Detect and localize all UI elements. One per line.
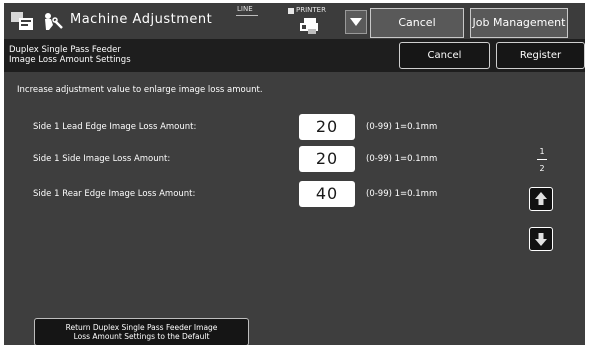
job-management-button[interactable]: Job Management bbox=[470, 8, 568, 38]
settings-title: Duplex Single Pass Feeder Image Loss Amo… bbox=[9, 45, 131, 65]
printer-label: PRINTER bbox=[296, 6, 326, 14]
printer-status-square bbox=[288, 8, 294, 14]
top-header: Machine Adjustment LINE PRINTER Cancel J… bbox=[4, 3, 585, 39]
setting-range: (0-99) 1=0.1mm bbox=[366, 122, 438, 132]
lead-edge-value-input[interactable]: 20 bbox=[299, 114, 355, 140]
setting-row-side: Side 1 Side Image Loss Amount: 20 (0-99)… bbox=[4, 146, 524, 172]
setting-row-rear-edge: Side 1 Rear Edge Image Loss Amount: 40 (… bbox=[4, 181, 524, 207]
home-screen-icon[interactable] bbox=[10, 9, 36, 33]
setting-label: Side 1 Lead Edge Image Loss Amount: bbox=[33, 122, 197, 132]
rear-edge-value-input[interactable]: 40 bbox=[299, 181, 355, 207]
setting-label: Side 1 Side Image Loss Amount: bbox=[33, 154, 171, 164]
return-default-line1: Return Duplex Single Pass Feeder Image bbox=[65, 323, 218, 332]
page-current: 1 bbox=[539, 147, 545, 156]
printer-indicator: PRINTER bbox=[288, 6, 346, 36]
settings-title-line2: Image Loss Amount Settings bbox=[9, 55, 131, 65]
page-total: 2 bbox=[539, 164, 545, 173]
page-indicator: 1 2 bbox=[531, 147, 553, 173]
return-to-default-button[interactable]: Return Duplex Single Pass Feeder Image L… bbox=[34, 318, 249, 345]
side-value-input[interactable]: 20 bbox=[299, 146, 355, 172]
scroll-down-button[interactable] bbox=[529, 227, 553, 251]
setting-range: (0-99) 1=0.1mm bbox=[366, 189, 438, 199]
screen: Machine Adjustment LINE PRINTER Cancel J… bbox=[0, 0, 589, 345]
settings-panel: Increase adjustment value to enlarge ima… bbox=[4, 72, 585, 345]
scroll-up-button[interactable] bbox=[529, 187, 553, 211]
dropdown-triangle-icon bbox=[350, 18, 362, 26]
down-arrow-icon bbox=[535, 233, 547, 246]
page-divider bbox=[537, 159, 547, 160]
instruction-text: Increase adjustment value to enlarge ima… bbox=[17, 85, 263, 95]
line-indicator-label: LINE bbox=[237, 5, 253, 13]
sub-header: Duplex Single Pass Feeder Image Loss Amo… bbox=[4, 39, 585, 72]
printer-icon bbox=[300, 18, 318, 34]
page-title: Machine Adjustment bbox=[70, 12, 213, 27]
machine-adjustment-icon bbox=[45, 13, 63, 30]
up-arrow-icon bbox=[535, 192, 547, 205]
cancel-button[interactable]: Cancel bbox=[399, 42, 490, 69]
return-default-line2: Loss Amount Settings to the Default bbox=[73, 332, 210, 341]
dropdown-button[interactable] bbox=[345, 10, 367, 34]
register-button[interactable]: Register bbox=[496, 42, 585, 69]
setting-label: Side 1 Rear Edge Image Loss Amount: bbox=[33, 189, 196, 199]
line-indicator bbox=[236, 15, 258, 16]
setting-range: (0-99) 1=0.1mm bbox=[366, 154, 438, 164]
header-cancel-button[interactable]: Cancel bbox=[370, 8, 464, 38]
settings-title-line1: Duplex Single Pass Feeder bbox=[9, 45, 121, 55]
setting-row-lead-edge: Side 1 Lead Edge Image Loss Amount: 20 (… bbox=[4, 114, 524, 140]
